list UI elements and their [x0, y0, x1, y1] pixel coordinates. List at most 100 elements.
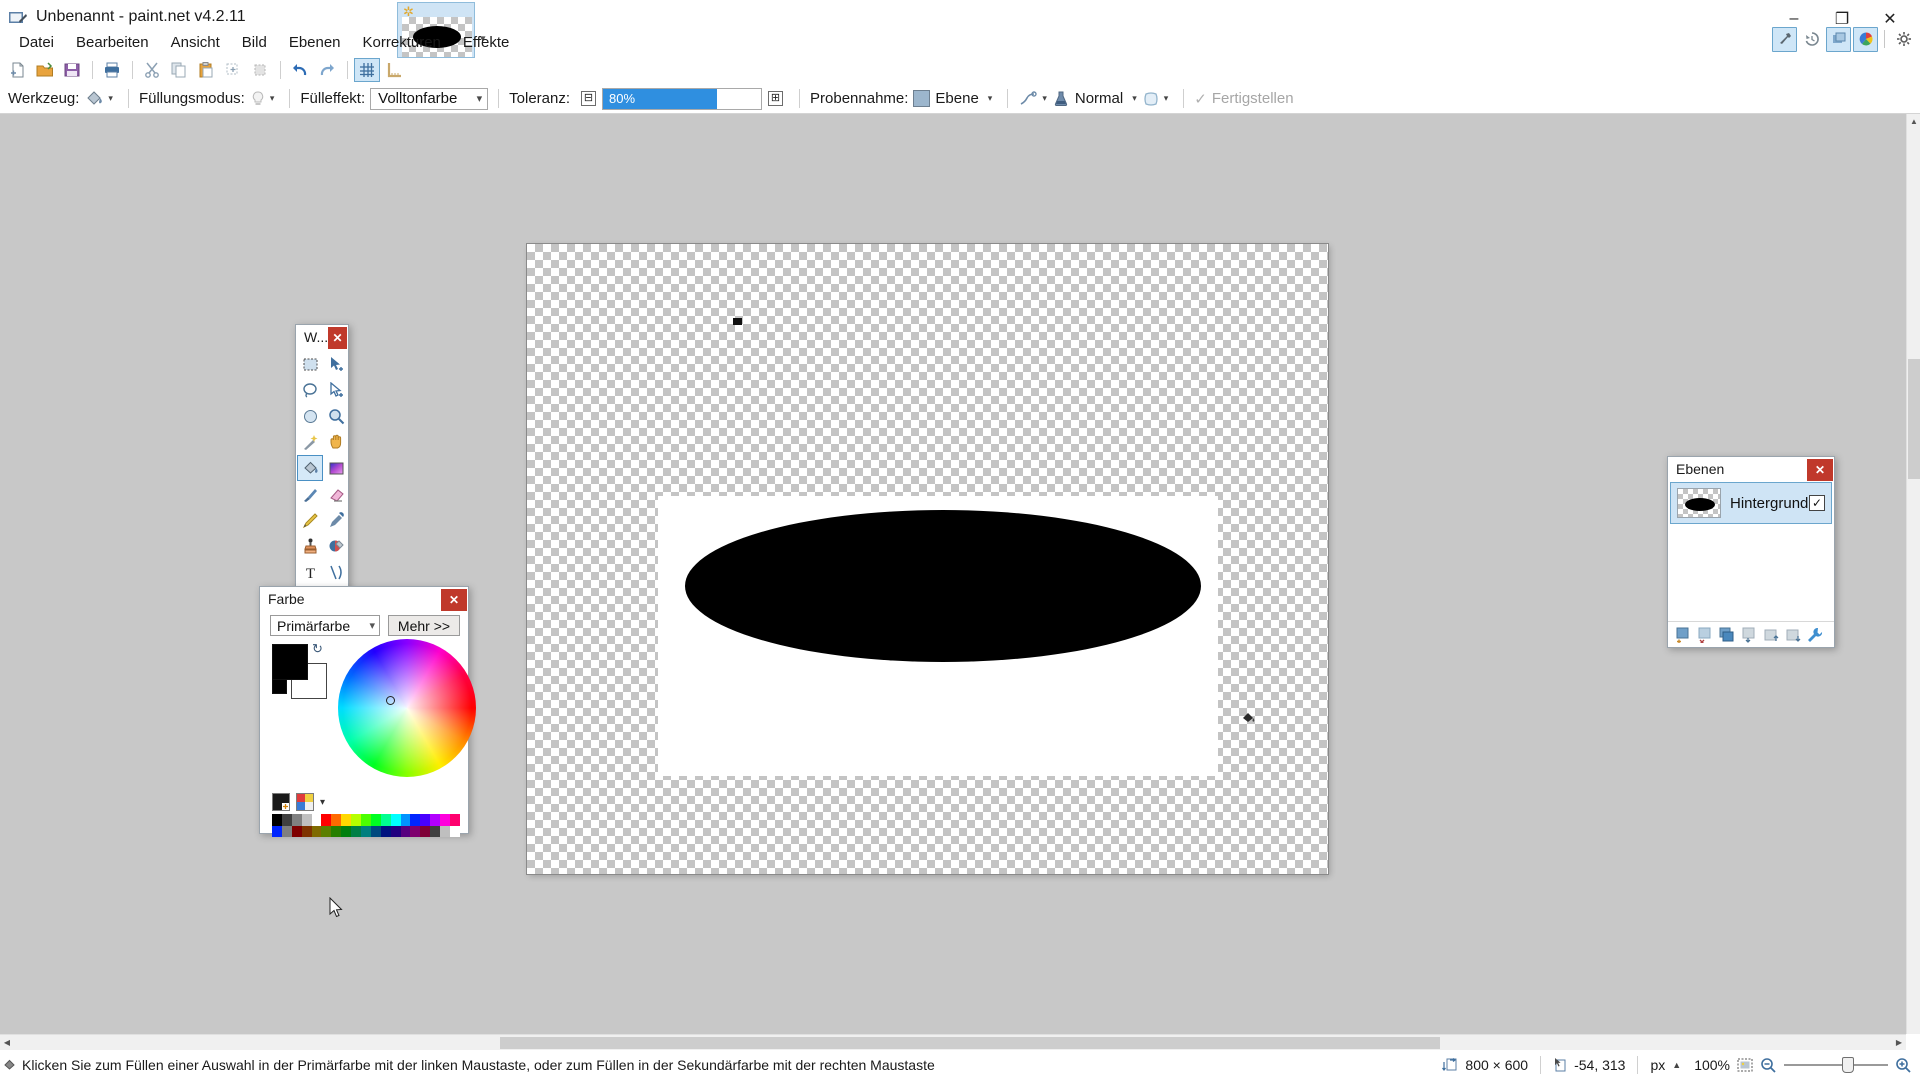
palette-swatch[interactable] [380, 814, 391, 826]
palette-strip[interactable] [272, 814, 460, 837]
redo-arrow-icon[interactable] [314, 58, 340, 82]
clipboard-icon[interactable] [193, 58, 219, 82]
palette-swatch[interactable] [420, 814, 431, 826]
palette-swatch[interactable] [430, 825, 441, 837]
palette-swatch[interactable] [351, 814, 362, 826]
tolerance-slider[interactable]: 80% [602, 87, 763, 110]
layers-panel-titlebar[interactable]: Ebenen ✕ [1668, 457, 1834, 481]
menu-datei[interactable]: Datei [8, 31, 65, 54]
palette-swatch[interactable] [341, 825, 352, 837]
wrench-icon[interactable] [1806, 626, 1823, 643]
tool-zoom[interactable] [323, 403, 349, 429]
delete-layer-icon[interactable] [1696, 626, 1713, 643]
deselect-icon[interactable] [247, 58, 273, 82]
palette-swatch[interactable] [331, 825, 342, 837]
palette-swatch[interactable] [281, 825, 292, 837]
palette-swatch[interactable] [331, 814, 342, 826]
palette-swatch[interactable] [440, 814, 451, 826]
printer-icon[interactable] [99, 58, 125, 82]
finish-button[interactable]: Fertigstellen [1212, 90, 1294, 107]
tool-pan[interactable] [323, 429, 349, 455]
menu-effekte[interactable]: Effekte [452, 31, 520, 54]
move-up-icon[interactable] [1762, 626, 1779, 643]
menu-ansicht[interactable]: Ansicht [160, 31, 231, 54]
antialias-caret-icon[interactable]: ▾ [1042, 93, 1047, 104]
primary-color-swatch[interactable] [272, 644, 308, 680]
palette-swatch[interactable] [341, 814, 352, 826]
menu-bearbeiten[interactable]: Bearbeiten [65, 31, 160, 54]
palette-swatch[interactable] [291, 825, 302, 837]
undo-arrow-icon[interactable] [287, 58, 313, 82]
filleffect-combo[interactable]: Volltonfarbe ▾ [370, 87, 489, 110]
palette-swatch[interactable] [291, 814, 302, 826]
move-down-icon[interactable] [1784, 626, 1801, 643]
save-disk-icon[interactable] [59, 58, 85, 82]
palette-swatch[interactable] [311, 825, 322, 837]
scroll-right-arrow-icon[interactable]: ▶ [1892, 1035, 1906, 1049]
colors-panel-titlebar[interactable]: Farbe ✕ [260, 587, 468, 611]
tool-caret-icon[interactable]: ▾ [108, 93, 113, 104]
tool-eraser[interactable] [323, 481, 349, 507]
palette-swatch[interactable] [440, 825, 451, 837]
tools-panel-close-button[interactable]: ✕ [328, 326, 347, 349]
colors-panel-close-button[interactable]: ✕ [441, 588, 467, 611]
tool-color-picker[interactable] [323, 507, 349, 533]
horizontal-scrollbar[interactable]: ◀ ▶ [0, 1034, 1906, 1050]
palette-swatch[interactable] [370, 814, 381, 826]
palette-swatch[interactable] [390, 814, 401, 826]
blend-jar-icon[interactable] [1052, 90, 1070, 108]
more-button[interactable]: Mehr >> [388, 615, 460, 636]
tools-panel-titlebar[interactable]: W... ✕ [296, 325, 348, 349]
add-layer-icon[interactable] [1674, 626, 1691, 643]
tolerance-decrease-button[interactable]: ⊟ [581, 91, 597, 106]
copy-icon[interactable] [166, 58, 192, 82]
palette-swatch[interactable] [450, 825, 460, 837]
tool-paintbrush[interactable] [297, 481, 323, 507]
crop-icon[interactable] [220, 58, 246, 82]
palette-swatch[interactable] [361, 814, 371, 826]
tool-clone-stamp[interactable] [297, 533, 323, 559]
fit-to-window-icon[interactable] [1737, 1057, 1753, 1073]
sampling-caret-icon[interactable]: ▾ [988, 93, 993, 104]
tool-paint-bucket[interactable] [297, 455, 323, 481]
tool-pencil[interactable] [297, 507, 323, 533]
vertical-scrollbar[interactable]: ▲ [1906, 114, 1920, 1034]
layers-panel-close-button[interactable]: ✕ [1807, 458, 1833, 481]
tool-rectangle-select[interactable] [297, 351, 323, 377]
duplicate-layer-icon[interactable] [1718, 626, 1735, 643]
tool-move-selected[interactable] [323, 351, 349, 377]
units-value[interactable]: px [1650, 1057, 1665, 1073]
blend-caret-icon[interactable]: ▾ [1132, 93, 1137, 104]
scissors-icon[interactable] [139, 58, 165, 82]
palette-swatch[interactable] [272, 814, 282, 826]
layer-visibility-checkbox[interactable]: ✓ [1809, 495, 1825, 511]
palette-swatch[interactable] [400, 814, 411, 826]
zoom-slider[interactable] [1784, 1057, 1888, 1073]
palette-swatch[interactable] [272, 825, 282, 837]
paint-bucket-icon[interactable] [84, 90, 104, 108]
color-mode-combo[interactable]: Primärfarbe ▾ [270, 615, 380, 636]
palette-swatch[interactable] [370, 825, 381, 837]
tool-ellipse-select[interactable] [297, 403, 323, 429]
bulb-icon[interactable] [250, 90, 266, 108]
tool-gradient[interactable] [323, 455, 349, 481]
palette-swatch[interactable] [281, 814, 292, 826]
palette-swatch[interactable] [321, 814, 332, 826]
vertical-scroll-thumb[interactable] [1908, 359, 1920, 479]
palette-swatch[interactable] [420, 825, 431, 837]
palette-swatch[interactable] [410, 814, 421, 826]
zoom-out-icon[interactable] [1760, 1057, 1777, 1074]
palette-swatch[interactable] [430, 814, 441, 826]
tool-move-selection[interactable] [323, 377, 349, 403]
units-caret-icon[interactable]: ▲ [1672, 1060, 1681, 1070]
palette-swatch[interactable] [390, 825, 401, 837]
tool-lasso-select[interactable] [297, 377, 323, 403]
palette-swatch[interactable] [351, 825, 362, 837]
zoom-slider-thumb[interactable] [1842, 1057, 1854, 1073]
menu-korrekturen[interactable]: Korrekturen [352, 31, 452, 54]
palette-caret-icon[interactable]: ▾ [320, 797, 325, 808]
swap-colors-icon[interactable]: ↻ [312, 641, 323, 657]
tolerance-increase-button[interactable]: ⊞ [768, 91, 784, 106]
palette-swatch[interactable] [361, 825, 371, 837]
fillmode-caret-icon[interactable]: ▾ [270, 93, 275, 104]
